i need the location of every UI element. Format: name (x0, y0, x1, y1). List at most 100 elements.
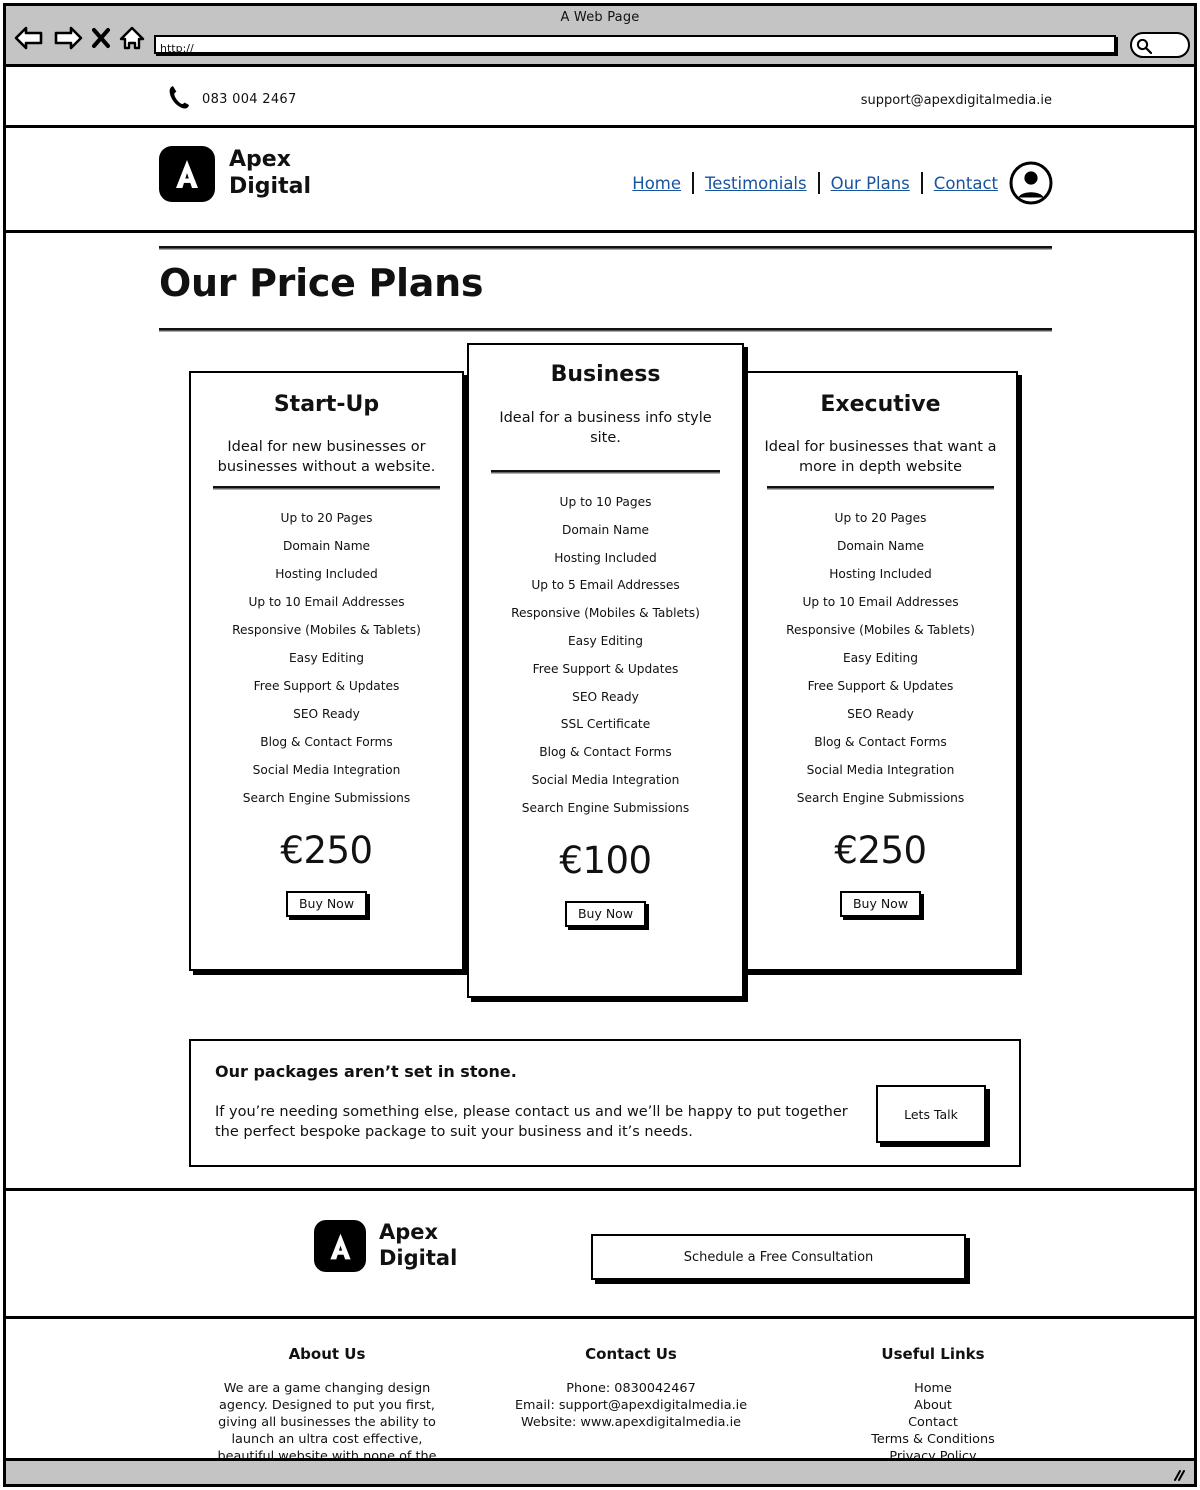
buy-now-button-executive[interactable]: Buy Now (839, 890, 922, 917)
footer-contact-phone[interactable]: Phone: 0830042467 (511, 1380, 751, 1397)
browser-search-box[interactable] (1130, 32, 1190, 58)
plan-feature: SSL Certificate (560, 717, 651, 732)
url-input[interactable] (156, 41, 1114, 56)
site-header: Apex Digital Home Testimonials Our Plans… (6, 128, 1194, 233)
forward-arrow-icon[interactable] (53, 26, 83, 50)
plan-feature: Easy Editing (842, 650, 919, 665)
plan-feature-list: Up to 20 Pages Domain Name Hosting Inclu… (745, 504, 1016, 812)
plan-feature: SEO Ready (572, 689, 639, 704)
nav-item-contact[interactable]: Contact (923, 174, 1009, 193)
footer-links-body: Home About Contact Terms & Conditions Pr… (818, 1380, 1048, 1465)
support-email[interactable]: support@apexdigitalmedia.ie (861, 93, 1052, 108)
plan-feature: Search Engine Submissions (796, 790, 965, 805)
footer-contact-email[interactable]: Email: support@apexdigitalmedia.ie (511, 1397, 751, 1414)
footer-brand-text: Apex Digital (379, 1220, 457, 1271)
footer-column-links: Useful Links Home About Contact Terms & … (818, 1345, 1048, 1465)
top-contact-bar: 083 004 2467 support@apexdigitalmedia.ie (6, 67, 1194, 128)
footer-link-terms[interactable]: Terms & Conditions (818, 1431, 1048, 1448)
footer-link-home[interactable]: Home (818, 1380, 1048, 1397)
plan-name: Executive (820, 392, 941, 417)
plan-feature: Blog & Contact Forms (260, 734, 393, 749)
footer-column-contact: Contact Us Phone: 0830042467 Email: supp… (511, 1345, 751, 1431)
bespoke-banner: Our packages aren’t set in stone. If you… (189, 1039, 1021, 1167)
title-rule-top (159, 246, 1052, 248)
brand-logo[interactable]: Apex Digital (159, 146, 311, 202)
plan-buy-wrap: Buy Now (191, 890, 462, 917)
back-arrow-icon[interactable] (14, 26, 44, 50)
pricing-cards: Start-Up Ideal for new businesses or bus… (6, 343, 1194, 1023)
plan-card-startup[interactable]: Start-Up Ideal for new businesses or bus… (189, 371, 464, 971)
nav-item-our-plans[interactable]: Our Plans (820, 174, 921, 193)
user-avatar-icon[interactable] (1009, 161, 1053, 209)
plan-feature: Easy Editing (288, 650, 365, 665)
url-bar[interactable] (154, 35, 1116, 56)
plan-feature: Free Support & Updates (807, 678, 954, 693)
footer-links-heading: Useful Links (881, 1345, 985, 1363)
footer-brand-logo[interactable]: Apex Digital (314, 1220, 457, 1272)
plan-feature: Blog & Contact Forms (539, 745, 672, 760)
plan-feature: SEO Ready (293, 706, 360, 721)
site-footer: About Us We are a game changing design a… (6, 1319, 1194, 1481)
plan-divider (491, 470, 720, 473)
plan-feature: Social Media Integration (806, 762, 955, 777)
brand-text: Apex Digital (229, 147, 311, 201)
plan-feature: Search Engine Submissions (242, 790, 411, 805)
footer-link-contact[interactable]: Contact (818, 1414, 1048, 1431)
title-rule-bottom (159, 328, 1052, 330)
phone-icon (168, 84, 190, 114)
plan-feature: SEO Ready (847, 706, 914, 721)
plan-feature: Domain Name (836, 539, 925, 553)
plan-feature: Free Support & Updates (253, 678, 400, 693)
resize-grip-icon[interactable] (1171, 1467, 1185, 1486)
footer-about-heading: About Us (288, 1345, 366, 1363)
plan-feature: Up to 5 Email Addresses (531, 578, 680, 593)
nav-item-home[interactable]: Home (621, 174, 692, 193)
plan-feature: Domain Name (282, 539, 371, 553)
plan-feature: Easy Editing (567, 633, 644, 648)
footer-contact-website[interactable]: Website: www.apexdigitalmedia.ie (511, 1414, 751, 1431)
plan-card-executive[interactable]: Executive Ideal for businesses that want… (743, 371, 1018, 971)
plan-feature: Responsive (Mobiles & Tablets) (786, 622, 975, 637)
plan-subtitle: Ideal for a business info style site. (499, 410, 712, 446)
buy-now-button-startup[interactable]: Buy Now (285, 890, 368, 917)
phone-number[interactable]: 083 004 2467 (202, 92, 297, 107)
plan-feature: Blog & Contact Forms (814, 734, 947, 749)
plan-feature: Social Media Integration (531, 772, 680, 787)
plan-divider (213, 486, 440, 489)
search-icon (1136, 38, 1153, 58)
plan-feature: Search Engine Submissions (521, 800, 690, 815)
plan-subtitle: Ideal for businesses that want a more in… (764, 439, 997, 475)
apex-logo-icon (314, 1220, 366, 1272)
nav-item-testimonials[interactable]: Testimonials (694, 174, 818, 193)
plan-price: €250 (280, 828, 373, 872)
plan-price: €250 (834, 828, 927, 872)
plan-name: Start-Up (273, 392, 380, 417)
plan-card-business[interactable]: Business Ideal for a business info style… (467, 343, 744, 998)
close-x-icon[interactable] (92, 27, 110, 49)
brand-line-2: Digital (229, 174, 311, 199)
plan-feature: Up to 10 Email Addresses (248, 594, 405, 609)
phone-block: 083 004 2467 (168, 84, 297, 114)
footer-link-about[interactable]: About (818, 1397, 1048, 1414)
plan-feature-list: Up to 20 Pages Domain Name Hosting Inclu… (191, 504, 462, 812)
plan-buy-wrap: Buy Now (469, 900, 742, 927)
plan-feature: Up to 20 Pages (834, 511, 927, 526)
plan-feature: Up to 10 Pages (559, 494, 652, 509)
window-title: A Web Page (560, 10, 640, 25)
schedule-consultation-button[interactable]: Schedule a Free Consultation (591, 1234, 966, 1280)
footer-cta-bar: Apex Digital Schedule a Free Consultatio… (6, 1191, 1194, 1319)
plan-feature: Free Support & Updates (532, 661, 679, 676)
plan-feature-list: Up to 10 Pages Domain Name Hosting Inclu… (469, 488, 742, 822)
browser-status-bar (6, 1458, 1194, 1484)
apex-logo-icon (159, 146, 215, 202)
plan-feature: Domain Name (561, 522, 650, 537)
main-nav: Home Testimonials Our Plans Contact (621, 172, 1009, 194)
buy-now-button-business[interactable]: Buy Now (564, 900, 647, 927)
plan-name: Business (550, 362, 661, 387)
lets-talk-button[interactable]: Lets Talk (876, 1085, 986, 1143)
plan-feature: Responsive (Mobiles & Tablets) (511, 606, 700, 621)
footer-contact-heading: Contact Us (585, 1345, 677, 1363)
browser-chrome: A Web Page (6, 6, 1194, 67)
browser-toolbar (14, 26, 145, 50)
home-icon[interactable] (119, 26, 145, 50)
